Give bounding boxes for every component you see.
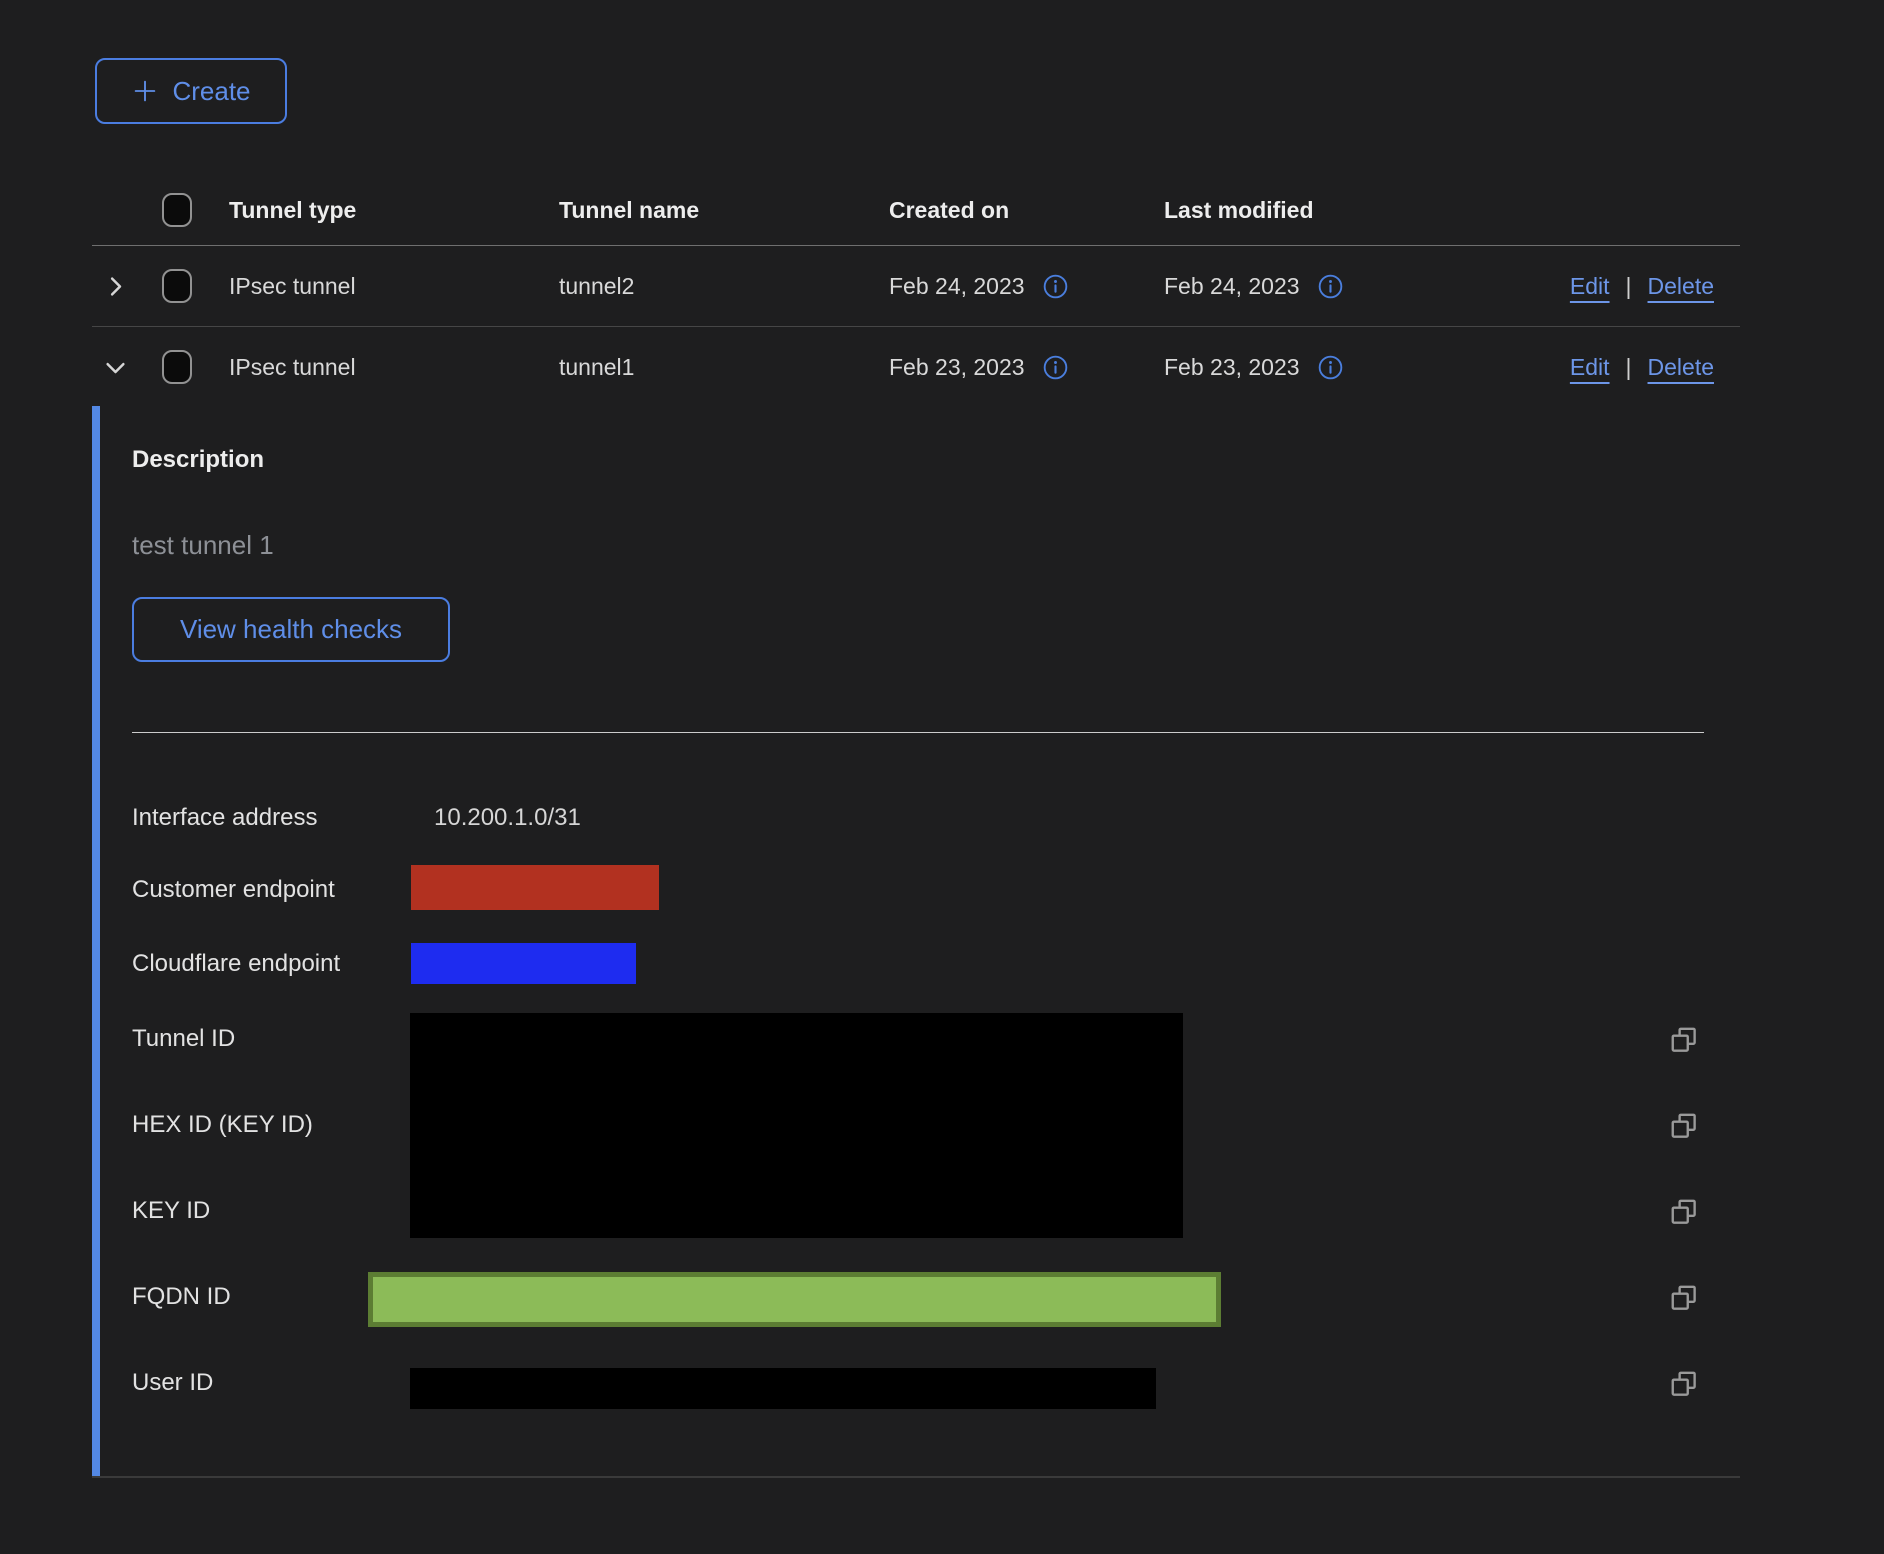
cloudflare-endpoint-redacted-value [411, 943, 636, 984]
copy-tunnel-id-button[interactable] [1668, 1024, 1700, 1056]
user-id-label: User ID [132, 1369, 213, 1397]
created-on-info-button[interactable] [1043, 355, 1068, 380]
view-health-checks-button[interactable]: View health checks [132, 597, 450, 662]
interface-address-label: Interface address [132, 804, 317, 832]
key-id-label: KEY ID [132, 1197, 210, 1225]
tunnel-details-panel: Description test tunnel 1 View health ch… [92, 406, 1740, 1478]
chevron-right-icon [102, 288, 129, 303]
copy-hex-id-button[interactable] [1668, 1110, 1700, 1142]
created-on-cell: Feb 23, 2023 [889, 354, 1025, 381]
tunnels-page: Create Tunnel type Tunnel name Created o… [0, 0, 1884, 1554]
copy-user-id-button[interactable] [1668, 1368, 1700, 1400]
action-separator: | [1626, 354, 1632, 381]
id-values-redacted-block [410, 1013, 1183, 1238]
created-on-cell: Feb 24, 2023 [889, 273, 1025, 300]
chevron-down-icon [102, 369, 129, 384]
customer-endpoint-redacted-value [411, 865, 659, 910]
header-tunnel-name: Tunnel name [546, 197, 876, 224]
table-header-row: Tunnel type Tunnel name Created on Last … [92, 175, 1740, 246]
last-modified-cell: Feb 23, 2023 [1164, 354, 1300, 381]
tunnels-table: Tunnel type Tunnel name Created on Last … [92, 175, 1740, 407]
copy-fqdn-id-button[interactable] [1668, 1282, 1700, 1314]
description-label: Description [132, 446, 264, 474]
collapse-row-button[interactable] [102, 354, 129, 381]
tunnel-name-cell: tunnel2 [546, 273, 876, 300]
last-modified-cell: Feb 24, 2023 [1164, 273, 1300, 300]
info-icon [1318, 287, 1343, 302]
tunnel-type-cell: IPsec tunnel [216, 354, 546, 381]
select-all-checkbox[interactable] [162, 193, 192, 227]
copy-icon [1669, 1301, 1699, 1316]
user-id-redacted-value [410, 1368, 1156, 1409]
info-icon [1043, 368, 1068, 383]
copy-icon [1669, 1215, 1699, 1230]
delete-link[interactable]: Delete [1648, 354, 1714, 381]
copy-icon [1669, 1043, 1699, 1058]
copy-icon [1669, 1387, 1699, 1402]
plus-icon [131, 77, 159, 105]
row-checkbox[interactable] [162, 350, 192, 384]
row-checkbox[interactable] [162, 269, 192, 303]
tunnel-id-label: Tunnel ID [132, 1025, 235, 1053]
info-icon [1043, 287, 1068, 302]
create-button-label: Create [172, 76, 250, 107]
cloudflare-endpoint-label: Cloudflare endpoint [132, 950, 340, 978]
description-value: test tunnel 1 [132, 530, 274, 561]
last-modified-info-button[interactable] [1318, 355, 1343, 380]
delete-link[interactable]: Delete [1648, 273, 1714, 300]
details-divider [132, 732, 1704, 733]
tunnel-type-cell: IPsec tunnel [216, 273, 546, 300]
details-bottom-divider [92, 1476, 1740, 1478]
interface-address-value: 10.200.1.0/31 [434, 804, 581, 832]
action-separator: | [1626, 273, 1632, 300]
customer-endpoint-label: Customer endpoint [132, 876, 335, 904]
expand-row-button[interactable] [102, 273, 129, 300]
copy-icon [1669, 1129, 1699, 1144]
table-row: IPsec tunnel tunnel2 Feb 24, 2023 Feb 24… [92, 246, 1740, 327]
edit-link[interactable]: Edit [1570, 354, 1610, 381]
hex-id-label: HEX ID (KEY ID) [132, 1111, 313, 1139]
fqdn-id-label: FQDN ID [132, 1283, 231, 1311]
info-icon [1318, 368, 1343, 383]
create-button[interactable]: Create [95, 58, 287, 124]
tunnel-name-cell: tunnel1 [546, 354, 876, 381]
header-last-modified: Last modified [1151, 197, 1443, 224]
edit-link[interactable]: Edit [1570, 273, 1610, 300]
fqdn-id-redacted-value [368, 1272, 1221, 1327]
header-tunnel-type: Tunnel type [216, 197, 546, 224]
created-on-info-button[interactable] [1043, 274, 1068, 299]
table-row: IPsec tunnel tunnel1 Feb 23, 2023 Feb 23… [92, 327, 1740, 407]
header-created-on: Created on [876, 197, 1151, 224]
copy-key-id-button[interactable] [1668, 1196, 1700, 1228]
last-modified-info-button[interactable] [1318, 274, 1343, 299]
